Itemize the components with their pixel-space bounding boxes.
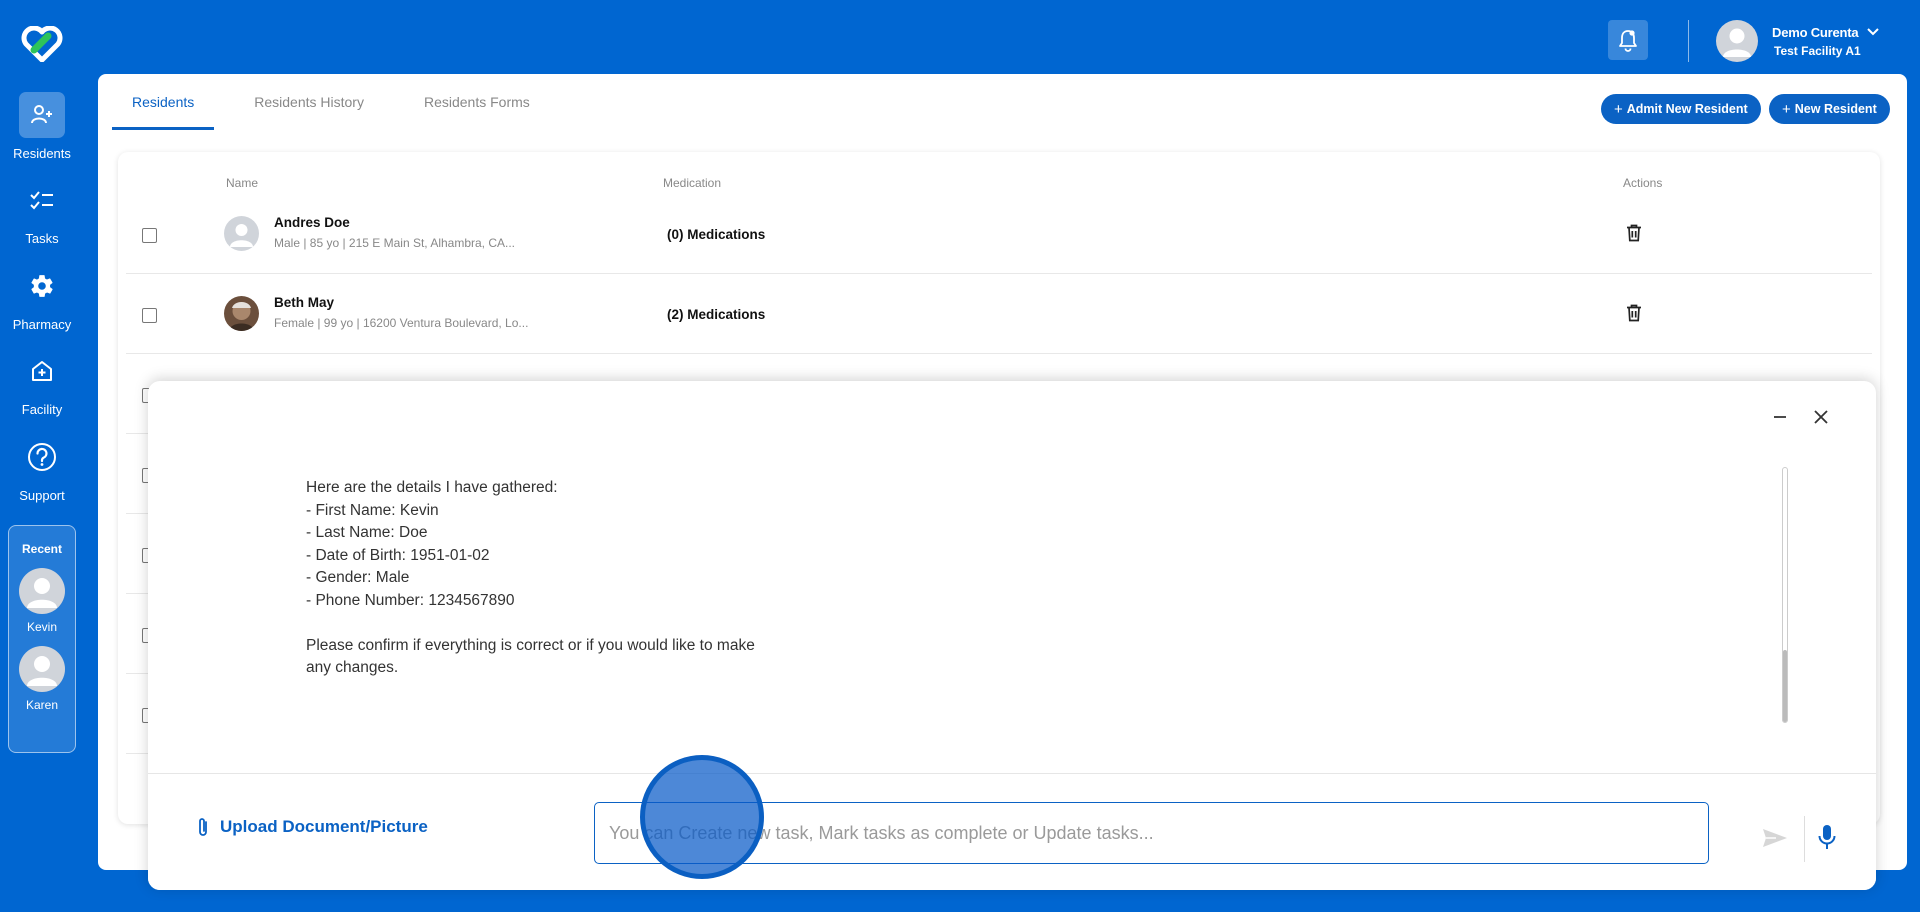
sidebar-item-label: Tasks <box>25 231 59 246</box>
send-icon <box>1763 829 1787 847</box>
button-label: Admit New Resident <box>1626 102 1748 116</box>
row-checkbox[interactable] <box>142 308 157 323</box>
sidebar: Residents Tasks Pharmacy Facility Suppor… <box>0 0 84 912</box>
trash-icon <box>1627 224 1641 242</box>
person-icon <box>27 578 57 608</box>
resident-name[interactable]: Andres Doe <box>274 215 350 230</box>
delete-resident-button[interactable] <box>1626 304 1642 327</box>
sidebar-item-pharmacy[interactable]: Pharmacy <box>0 263 84 332</box>
column-header-name: Name <box>226 176 259 190</box>
resident-medications[interactable]: (2) Medications <box>667 307 765 322</box>
chat-input[interactable] <box>594 802 1709 864</box>
person-icon <box>1723 28 1751 57</box>
delete-resident-button[interactable] <box>1626 224 1642 247</box>
help-icon <box>19 434 65 480</box>
table-row[interactable]: Andres Doe Male | 85 yo | 215 E Main St,… <box>126 194 1872 274</box>
person-icon <box>230 224 253 247</box>
avatar <box>224 216 259 251</box>
resident-details: Male | 85 yo | 215 E Main St, Alhambra, … <box>274 236 516 250</box>
user-menu[interactable]: Demo Curenta Test Facility A1 <box>1716 19 1880 63</box>
button-label: New Resident <box>1794 102 1877 116</box>
chevron-down-icon <box>1867 28 1880 36</box>
recent-person-karen[interactable]: Karen <box>9 646 75 712</box>
tasks-icon <box>19 177 65 223</box>
residents-icon <box>19 92 65 138</box>
assistant-chat-panel: Here are the details I have gathered: - … <box>148 381 1876 890</box>
minimize-icon <box>1774 416 1786 418</box>
facility-icon <box>19 348 65 394</box>
upload-label: Upload Document/Picture <box>220 817 428 836</box>
close-button[interactable] <box>1807 403 1835 431</box>
table-row[interactable]: Beth May Female | 99 yo | 16200 Ventura … <box>126 274 1872 354</box>
chat-scrollbar[interactable] <box>1782 467 1788 723</box>
admit-new-resident-button[interactable]: + Admit New Resident <box>1601 94 1761 124</box>
header-divider <box>1688 20 1689 62</box>
upload-document-button[interactable]: Upload Document/Picture <box>196 816 428 838</box>
bell-icon <box>1619 30 1637 52</box>
close-icon <box>1814 410 1828 424</box>
gear-icon <box>19 263 65 309</box>
microphone-button[interactable] <box>1818 824 1836 855</box>
paperclip-icon <box>199 818 207 836</box>
avatar <box>224 296 259 331</box>
trash-icon <box>1627 304 1641 322</box>
user-name: Demo Curenta <box>1772 24 1859 40</box>
app-logo[interactable] <box>20 25 63 63</box>
sidebar-item-facility[interactable]: Facility <box>0 348 84 417</box>
scrollbar-thumb[interactable] <box>1783 650 1787 722</box>
sidebar-item-label: Residents <box>13 146 71 161</box>
resident-details: Female | 99 yo | 16200 Ventura Boulevard… <box>274 316 529 330</box>
facility-name: Test Facility A1 <box>1774 43 1861 58</box>
send-button[interactable] <box>1762 828 1788 853</box>
plus-icon: + <box>1782 100 1791 118</box>
microphone-icon <box>1818 825 1836 849</box>
row-checkbox[interactable] <box>142 228 157 243</box>
resident-medications[interactable]: (0) Medications <box>667 227 765 242</box>
composer-divider <box>1804 816 1805 862</box>
tab-residents-forms[interactable]: Residents Forms <box>404 74 550 130</box>
recent-title: Recent <box>21 542 62 556</box>
tab-residents[interactable]: Residents <box>112 74 215 130</box>
sidebar-item-tasks[interactable]: Tasks <box>0 177 84 246</box>
sidebar-item-support[interactable]: Support <box>0 434 84 503</box>
logo-icon <box>21 25 63 63</box>
minimize-button[interactable] <box>1766 403 1794 431</box>
column-header-medication: Medication <box>663 176 722 190</box>
person-icon <box>27 656 57 686</box>
resident-name[interactable]: Beth May <box>274 295 334 310</box>
chat-composer: Upload Document/Picture <box>148 773 1876 890</box>
sidebar-item-residents[interactable]: Residents <box>0 92 84 161</box>
resident-photo-icon <box>229 302 254 331</box>
recent-person-name: Kevin <box>26 620 58 634</box>
column-header-actions: Actions <box>1623 176 1663 190</box>
plus-icon: + <box>1614 100 1623 118</box>
avatar <box>1716 20 1758 62</box>
sidebar-item-label: Support <box>19 488 65 503</box>
avatar <box>19 568 65 614</box>
tab-residents-history[interactable]: Residents History <box>234 74 384 130</box>
recent-person-kevin[interactable]: Kevin <box>9 568 75 634</box>
assistant-message: Here are the details I have gathered: - … <box>306 479 755 676</box>
recent-residents-panel: Recent Kevin Karen <box>8 525 76 753</box>
tab-bar: Residents Residents History Residents Fo… <box>112 74 570 130</box>
recent-person-name: Karen <box>25 698 59 712</box>
avatar <box>19 646 65 692</box>
sidebar-item-label: Pharmacy <box>12 317 72 332</box>
sidebar-item-label: Facility <box>21 402 63 417</box>
notifications-button[interactable] <box>1608 20 1648 60</box>
new-resident-button[interactable]: + New Resident <box>1769 94 1890 124</box>
